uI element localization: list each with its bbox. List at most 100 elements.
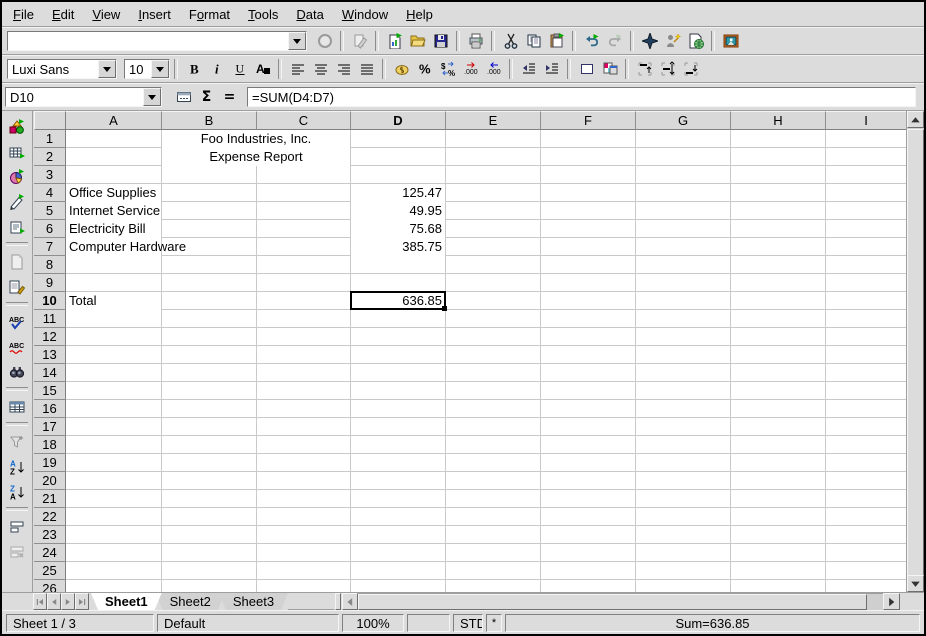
percent-icon[interactable]: % (413, 58, 436, 81)
row-header-12[interactable]: 12 (34, 328, 66, 346)
nav-prev-button[interactable] (47, 593, 61, 610)
spellcheck-icon[interactable]: ABC (6, 310, 29, 333)
delete-decimal-icon[interactable]: .000 (482, 58, 505, 81)
cell-D5[interactable]: 49.95 (351, 202, 445, 220)
cell-D7[interactable]: 385.75 (351, 238, 445, 256)
new-document-icon[interactable] (383, 30, 406, 53)
row-header-24[interactable]: 24 (34, 544, 66, 562)
row-header-3[interactable]: 3 (34, 166, 66, 184)
status-insert-mode[interactable] (407, 614, 450, 632)
status-zoom-level[interactable]: 100% (342, 614, 404, 632)
sort-ascending-icon[interactable]: AZ (6, 455, 29, 478)
justify-icon[interactable] (355, 58, 378, 81)
row-header-18[interactable]: 18 (34, 436, 66, 454)
find-replace-icon[interactable] (6, 360, 29, 383)
font-name-dropdown-button[interactable] (98, 60, 116, 78)
cell-A6[interactable]: Electricity Bill (66, 220, 161, 238)
insert-object-icon[interactable] (6, 165, 29, 188)
row-header-11[interactable]: 11 (34, 310, 66, 328)
print-icon[interactable] (464, 30, 487, 53)
bold-icon[interactable]: B (182, 58, 205, 81)
align-top-icon[interactable] (633, 58, 656, 81)
cell-reference-box[interactable]: D10 (5, 87, 162, 107)
font-size-combobox[interactable]: 10 (124, 59, 170, 79)
sum-icon[interactable]: Σ (195, 86, 218, 109)
paste-icon[interactable] (545, 30, 568, 53)
background-color-icon[interactable] (598, 58, 621, 81)
draw-functions-icon[interactable] (6, 190, 29, 213)
nav-last-button[interactable] (75, 593, 89, 610)
scroll-up-button[interactable] (907, 111, 924, 128)
row-header-10[interactable]: 10 (34, 292, 66, 310)
align-right-icon[interactable] (332, 58, 355, 81)
column-header-D[interactable]: D (351, 111, 446, 130)
vertical-scrollbar-thumb[interactable] (907, 129, 924, 576)
align-left-icon[interactable] (286, 58, 309, 81)
menu-data[interactable]: Data (287, 4, 332, 25)
row-header-7[interactable]: 7 (34, 238, 66, 256)
menu-window[interactable]: Window (333, 4, 397, 25)
gallery-icon[interactable] (719, 30, 742, 53)
data-sources-icon[interactable] (6, 395, 29, 418)
sheet-tab-sheet2[interactable]: Sheet2 (156, 593, 225, 610)
row-header-23[interactable]: 23 (34, 526, 66, 544)
row-header-8[interactable]: 8 (34, 256, 66, 274)
currency-icon[interactable] (390, 58, 413, 81)
vertical-scrollbar[interactable] (906, 111, 924, 592)
row-header-6[interactable]: 6 (34, 220, 66, 238)
column-header-G[interactable]: G (636, 111, 731, 130)
row-header-13[interactable]: 13 (34, 346, 66, 364)
horizontal-scrollbar-thumb[interactable] (358, 594, 867, 610)
cell-A7[interactable]: Computer Hardware (66, 238, 161, 256)
scroll-down-button[interactable] (907, 575, 924, 592)
row-header-4[interactable]: 4 (34, 184, 66, 202)
cell-D4[interactable]: 125.47 (351, 184, 445, 202)
increase-indent-icon[interactable] (540, 58, 563, 81)
cell-A5[interactable]: Internet Service (66, 202, 161, 220)
cell-B1[interactable]: Foo Industries, Inc. (162, 130, 350, 148)
url-combobox[interactable] (7, 31, 307, 51)
column-header-C[interactable]: C (257, 111, 351, 130)
undo-icon[interactable] (580, 30, 603, 53)
status-page-style[interactable]: Default (157, 614, 339, 632)
horizontal-scrollbar[interactable] (358, 593, 883, 610)
column-header-E[interactable]: E (446, 111, 541, 130)
add-decimal-icon[interactable]: .000 (459, 58, 482, 81)
menu-view[interactable]: View (83, 4, 129, 25)
cell-A10[interactable]: Total (66, 292, 161, 310)
menu-file[interactable]: File (4, 4, 43, 25)
row-header-25[interactable]: 25 (34, 562, 66, 580)
borders-icon[interactable] (575, 58, 598, 81)
hscroll-right-button[interactable] (883, 593, 900, 610)
menu-edit[interactable]: Edit (43, 4, 83, 25)
decrease-indent-icon[interactable] (517, 58, 540, 81)
number-format-icon[interactable]: $% (436, 58, 459, 81)
cut-icon[interactable] (499, 30, 522, 53)
row-header-19[interactable]: 19 (34, 454, 66, 472)
row-header-17[interactable]: 17 (34, 418, 66, 436)
font-size-dropdown-button[interactable] (151, 60, 169, 78)
row-header-20[interactable]: 20 (34, 472, 66, 490)
underline-icon[interactable]: U (228, 58, 251, 81)
hscroll-left-button[interactable] (342, 593, 358, 610)
row-header-15[interactable]: 15 (34, 382, 66, 400)
form-functions-icon[interactable] (6, 215, 29, 238)
column-header-F[interactable]: F (541, 111, 636, 130)
cell-reference-dropdown-button[interactable] (143, 88, 161, 106)
open-icon[interactable] (406, 30, 429, 53)
menu-help[interactable]: Help (397, 4, 442, 25)
copy-icon[interactable] (522, 30, 545, 53)
url-dropdown-button[interactable] (288, 32, 306, 50)
column-header-I[interactable]: I (826, 111, 906, 130)
status-modified-flag[interactable]: * (486, 614, 502, 632)
insert-cells-icon[interactable] (6, 140, 29, 163)
cell-A4[interactable]: Office Supplies (66, 184, 161, 202)
menu-insert[interactable]: Insert (129, 4, 180, 25)
sheet-tab-sheet3[interactable]: Sheet3 (219, 593, 288, 610)
font-name-combobox[interactable]: Luxi Sans (7, 59, 117, 79)
equals-icon[interactable]: = (218, 86, 241, 109)
row-header-1[interactable]: 1 (34, 130, 66, 148)
active-cell-selection[interactable] (350, 291, 446, 310)
save-icon[interactable] (429, 30, 452, 53)
menu-tools[interactable]: Tools (239, 4, 287, 25)
